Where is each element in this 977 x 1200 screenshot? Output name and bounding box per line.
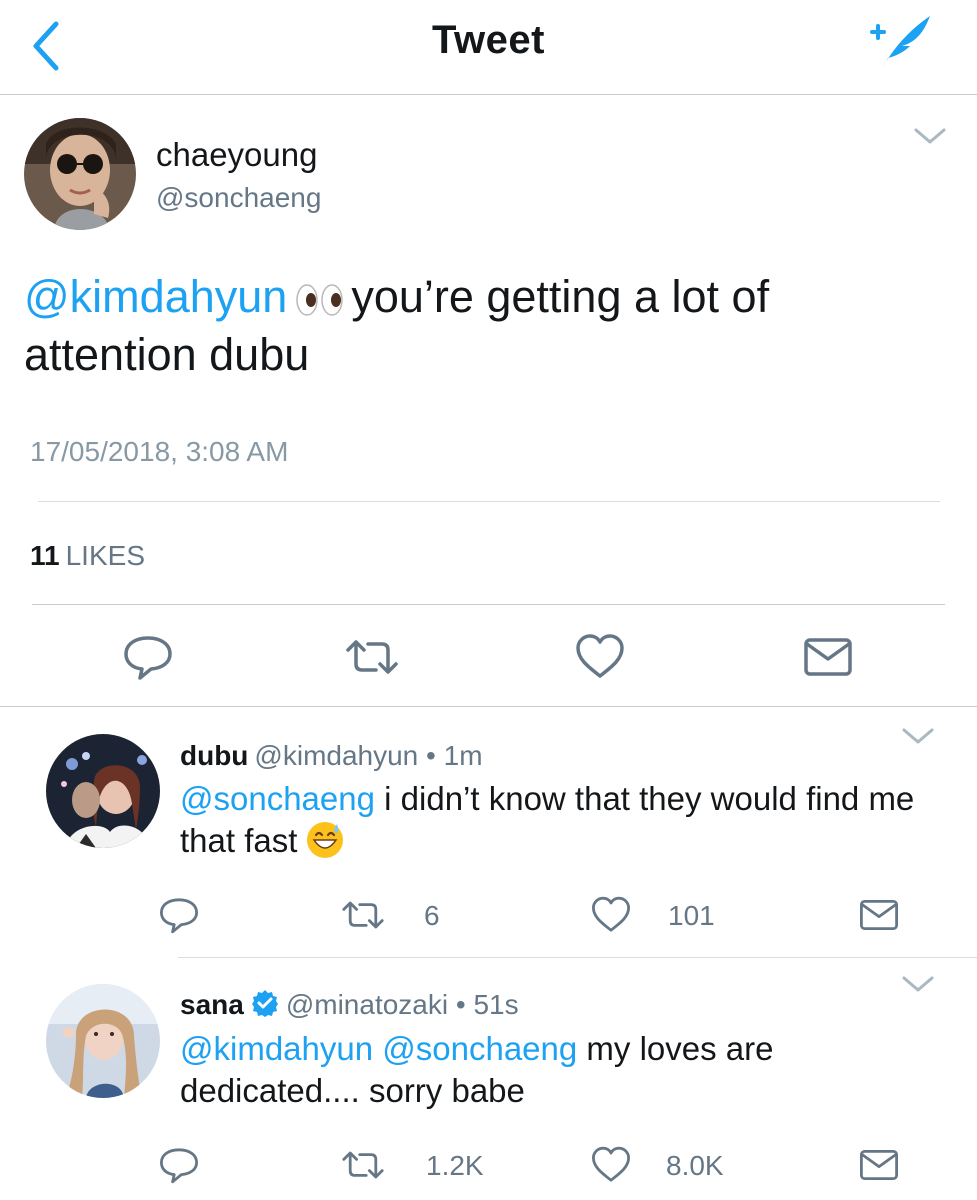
reply-button[interactable] <box>156 1145 202 1185</box>
retweet-button[interactable] <box>344 632 400 682</box>
divider <box>0 706 977 707</box>
reply-button[interactable] <box>156 895 202 935</box>
author-handle[interactable]: @minatozaki <box>286 989 448 1020</box>
compose-button[interactable] <box>858 12 938 72</box>
envelope-icon <box>860 1150 898 1180</box>
avatar[interactable] <box>24 118 136 230</box>
avatar-photo <box>46 984 160 1098</box>
separator-dot: • <box>455 989 466 1020</box>
likes-label: LIKES <box>65 540 145 571</box>
reply-icon <box>160 898 198 934</box>
reply-icon <box>124 636 172 680</box>
reply-time: 1m <box>443 740 483 771</box>
chevron-down-icon <box>914 128 946 144</box>
mention-link[interactable]: @sonchaeng <box>180 780 375 817</box>
nav-divider <box>0 94 977 95</box>
author-name[interactable]: chaeyoung <box>156 136 317 174</box>
tweet-text: @kimdahyun you’re getting a lot of atten… <box>24 268 954 384</box>
heart-icon <box>576 634 624 678</box>
like-count: 8.0K <box>666 1150 724 1181</box>
retweet-button[interactable] <box>340 1145 386 1185</box>
author-handle[interactable]: @kimdahyun <box>254 740 418 771</box>
share-dm-button[interactable] <box>800 632 856 682</box>
mention-link[interactable]: @kimdahyun <box>180 1030 373 1067</box>
tweet-timestamp: 17/05/2018, 3:08 AM <box>30 436 289 467</box>
grinning-sweat-emoji-icon <box>307 822 344 858</box>
tweet-menu-button[interactable] <box>900 724 936 748</box>
author-handle[interactable]: @sonchaeng <box>156 182 321 214</box>
mention-link[interactable]: @sonchaeng <box>382 1030 577 1067</box>
avatar[interactable] <box>46 984 160 1098</box>
chevron-down-icon <box>902 976 934 992</box>
page-title: Tweet <box>432 18 545 62</box>
divider <box>32 604 945 605</box>
avatar-photo <box>46 734 160 848</box>
compose-tweet-icon <box>870 16 930 68</box>
reply-text: @kimdahyun @sonchaeng my loves are dedic… <box>180 1028 940 1112</box>
envelope-icon <box>804 638 852 676</box>
reply-time: 51s <box>473 989 519 1020</box>
likes-count: 11 <box>30 540 60 571</box>
like-button[interactable] <box>572 632 628 682</box>
envelope-icon <box>860 900 898 930</box>
heart-icon <box>592 896 630 932</box>
author-name[interactable]: sana <box>180 989 244 1020</box>
like-count: 101 <box>668 900 715 931</box>
likes-summary[interactable]: 11 LIKES <box>30 540 145 572</box>
divider <box>38 501 940 502</box>
like-button[interactable] <box>588 895 634 935</box>
reply-icon <box>160 1148 198 1184</box>
heart-icon <box>592 1146 630 1182</box>
tweet-menu-button[interactable] <box>900 972 936 996</box>
retweet-icon <box>342 1151 384 1179</box>
author-name[interactable]: dubu <box>180 740 248 771</box>
eyes-emoji-icon <box>296 284 344 316</box>
reply-header: dubu @kimdahyun • 1m <box>180 740 483 772</box>
avatar-photo <box>24 118 136 230</box>
retweet-icon <box>346 640 398 674</box>
retweet-icon <box>342 901 384 929</box>
retweet-button[interactable] <box>340 895 386 935</box>
mention-link[interactable]: @kimdahyun <box>24 271 287 322</box>
like-button[interactable] <box>588 1145 634 1185</box>
reply-button[interactable] <box>120 632 176 682</box>
share-dm-button[interactable] <box>856 895 902 935</box>
separator-dot: • <box>426 740 436 771</box>
avatar[interactable] <box>46 734 160 848</box>
reply-header: sana @minatozaki • 51s <box>180 988 519 1021</box>
chevron-down-icon <box>902 728 934 744</box>
tweet-menu-button[interactable] <box>912 124 948 148</box>
retweet-count: 1.2K <box>426 1150 484 1181</box>
divider <box>178 957 977 958</box>
verified-badge-icon <box>251 990 278 1017</box>
share-dm-button[interactable] <box>856 1145 902 1185</box>
reply-text: @sonchaeng i didn’t know that they would… <box>180 778 940 862</box>
retweet-count: 6 <box>424 900 440 931</box>
